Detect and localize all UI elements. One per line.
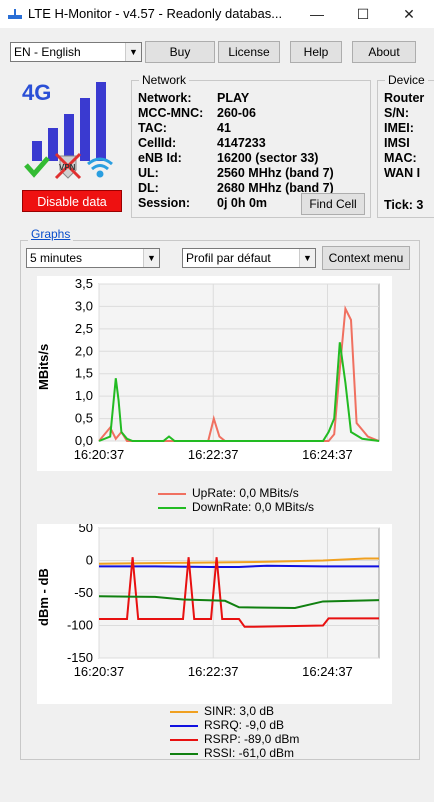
vpn-label: VPN <box>59 163 76 172</box>
network-value: 2560 MHhz (band 7) <box>217 166 334 180</box>
legend-label: RSRQ: -9,0 dB <box>204 718 285 732</box>
network-label: TAC: <box>138 121 167 135</box>
x-tick-label: 16:24:37 <box>302 447 353 462</box>
device-label: Router <box>384 91 425 105</box>
x-tick-label: 16:24:37 <box>302 664 353 679</box>
legend-item: RSRQ: -9,0 dB <box>170 718 299 732</box>
disable-data-button[interactable]: Disable data <box>22 190 122 212</box>
device-group-title: Device <box>385 73 428 87</box>
network-label: MCC-MNC: <box>138 106 204 120</box>
interval-select[interactable]: 5 minutes ▼ <box>26 248 160 268</box>
legend-swatch <box>170 724 198 727</box>
device-label: WAN I <box>384 166 421 180</box>
wifi-icon <box>87 157 113 178</box>
interval-value: 5 minutes <box>30 251 83 265</box>
chevron-down-icon: ▼ <box>143 249 159 267</box>
device-label: IMSI <box>384 136 410 150</box>
legend-label: UpRate: 0,0 MBits/s <box>192 486 299 500</box>
y-tick-label: 0,5 <box>75 411 93 426</box>
y-tick-label: 1,0 <box>75 388 93 403</box>
signal-chart: 50 0 -50 -100 -15016:20:37 16:22:37 16:24:37 <box>67 524 380 679</box>
legend-item: DownRate: 0,0 MBits/s <box>158 500 314 514</box>
device-label: IMEI: <box>384 121 414 135</box>
y-tick-label: 2,5 <box>75 321 93 336</box>
x-tick-label: 16:20:37 <box>74 447 125 462</box>
y-tick-label: -50 <box>74 585 93 600</box>
language-value: EN - English <box>14 45 81 59</box>
device-label: S/N: <box>384 106 409 120</box>
language-select[interactable]: EN - English ▼ <box>10 42 142 62</box>
y-tick-label: 2,0 <box>75 343 93 358</box>
network-label: Network: <box>138 91 192 105</box>
legend-swatch <box>170 738 198 741</box>
y-tick-label: -150 <box>67 650 93 665</box>
graphs-link[interactable]: Graphs <box>28 227 74 241</box>
legend-label: SINR: 3,0 dB <box>204 704 275 718</box>
network-value: 4147233 <box>217 136 266 150</box>
network-label: eNB Id: <box>138 151 182 165</box>
legend-swatch <box>170 710 198 713</box>
y-tick-label: 50 <box>79 524 93 535</box>
network-value: PLAY <box>217 91 250 105</box>
app-icon <box>8 9 22 19</box>
network-value: 0j 0h 0m <box>217 196 268 210</box>
legend-swatch <box>158 506 186 509</box>
network-type-badge: 4G <box>22 80 52 105</box>
network-value: 41 <box>217 121 231 135</box>
network-label: CellId: <box>138 136 177 150</box>
context-menu-button[interactable]: Context menu <box>322 246 410 270</box>
signal-chart-ylabel: dBm - dB <box>36 568 51 626</box>
network-label: DL: <box>138 181 159 195</box>
y-tick-label: 3,5 <box>75 276 93 291</box>
y-tick-label: 1,5 <box>75 366 93 381</box>
chevron-down-icon: ▼ <box>125 43 141 61</box>
legend-label: RSSI: -61,0 dBm <box>204 746 295 760</box>
network-value: 260-06 <box>217 106 256 120</box>
chevron-down-icon: ▼ <box>299 249 315 267</box>
find-cell-button[interactable]: Find Cell <box>301 193 365 215</box>
minimize-button[interactable]: — <box>294 0 340 28</box>
rate-chart: 3,5 3,0 2,5 2,0 1,5 1,0 0,5 0,016:20:37 16:22:37… <box>74 276 380 462</box>
profile-value: Profil par défaut <box>186 251 271 265</box>
x-tick-label: 16:20:37 <box>74 664 125 679</box>
legend-item: SINR: 3,0 dB <box>170 704 299 718</box>
y-tick-label: 0 <box>86 553 93 568</box>
x-tick-label: 16:22:37 <box>188 664 239 679</box>
device-label: MAC: <box>384 151 417 165</box>
close-button[interactable]: ✕ <box>386 0 432 28</box>
network-group-title: Network <box>139 73 190 87</box>
network-label: UL: <box>138 166 159 180</box>
x-tick-label: 16:22:37 <box>188 447 239 462</box>
y-tick-label: 0,0 <box>75 433 93 448</box>
legend-item: UpRate: 0,0 MBits/s <box>158 486 314 500</box>
plot-area <box>98 283 380 442</box>
buy-button[interactable]: Buy <box>145 41 215 63</box>
legend-swatch <box>170 752 198 755</box>
help-button[interactable]: Help <box>290 41 342 63</box>
signal-chart-legend: SINR: 3,0 dB RSRQ: -9,0 dB RSRP: -89,0 dBm… <box>170 704 299 760</box>
rate-chart-ylabel: MBits/s <box>36 343 51 390</box>
rate-chart-legend: UpRate: 0,0 MBits/s DownRate: 0,0 MBits/s <box>158 486 314 514</box>
legend-label: DownRate: 0,0 MBits/s <box>192 500 315 514</box>
license-button[interactable]: License <box>218 41 280 63</box>
legend-label: RSRP: -89,0 dBm <box>204 732 300 746</box>
legend-item: RSSI: -61,0 dBm <box>170 746 299 760</box>
network-label: Session: <box>138 196 191 210</box>
y-tick-label: 3,0 <box>75 298 93 313</box>
title-bar: LTE H-Monitor - v4.57 - Readonly databas… <box>0 0 434 28</box>
about-button[interactable]: About <box>352 41 416 63</box>
network-value: 16200 (sector 33) <box>217 151 319 165</box>
profile-select[interactable]: Profil par défaut ▼ <box>182 248 316 268</box>
tick-label: Tick: 3 <box>384 198 424 212</box>
y-tick-label: -100 <box>67 618 93 633</box>
legend-item: RSRP: -89,0 dBm <box>170 732 299 746</box>
legend-swatch <box>158 492 186 495</box>
maximize-button[interactable]: ☐ <box>340 0 386 28</box>
window-title: LTE H-Monitor - v4.57 - Readonly databas… <box>28 6 283 21</box>
